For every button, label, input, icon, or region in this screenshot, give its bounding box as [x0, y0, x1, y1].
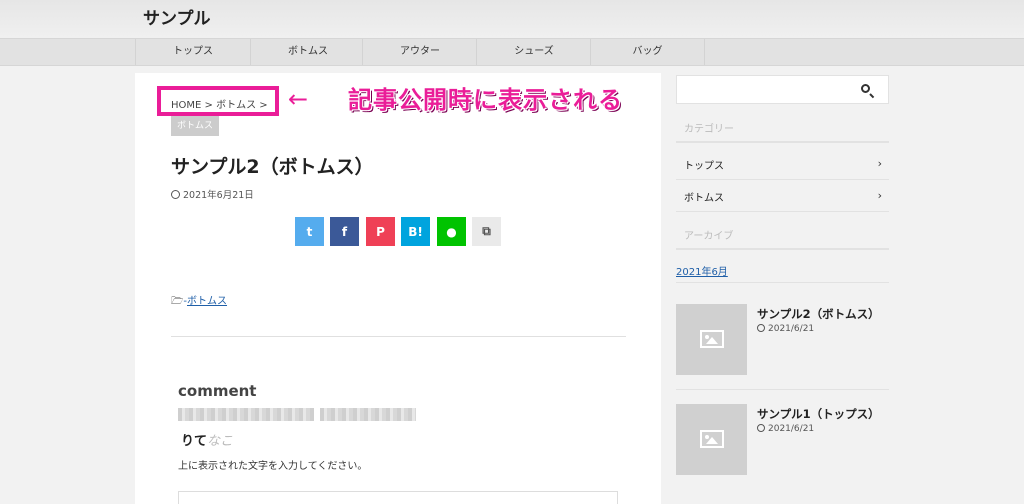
copy-icon: ⧉ [482, 224, 491, 238]
nav-item-bags[interactable]: バッグ [590, 39, 705, 65]
recent-post-date: 2021/6/21 [757, 424, 814, 434]
post-date: 2021年6月21日 [171, 187, 254, 201]
captcha-instruction: 上に表示された文字を入力してください。 [178, 461, 368, 472]
sidebar-item-label: ボトムス [684, 193, 724, 204]
post-date-text: 2021年6月21日 [183, 190, 254, 201]
nav-item-shoes[interactable]: シューズ [476, 39, 591, 65]
captcha-input[interactable] [178, 491, 618, 504]
clock-icon [171, 190, 180, 199]
chevron-right-icon: › [877, 157, 882, 170]
post-category-link: 🗁-ボトムス [171, 292, 227, 311]
global-nav: トップス ボトムス アウター シューズ バッグ [0, 38, 1024, 66]
chevron-right-icon: › [877, 189, 882, 202]
share-facebook-button[interactable]: f [330, 217, 359, 246]
captcha-image: りてなこ [181, 430, 233, 449]
sidebar-item-label: トップス [684, 161, 724, 172]
share-line-button[interactable]: ● [437, 217, 466, 246]
recent-post-title[interactable]: サンプル2（ボトムス） [757, 306, 880, 322]
archive-heading: アーカイブ [684, 231, 734, 242]
recent-post-title[interactable]: サンプル1（トップス） [757, 406, 880, 422]
recent-post-date: 2021/6/21 [757, 324, 814, 334]
captcha-faint-text: なこ [207, 434, 234, 449]
image-placeholder-icon [700, 430, 724, 448]
category-heading: カテゴリー [684, 124, 734, 135]
nav-item-outer[interactable]: アウター [362, 39, 477, 65]
copy-link-button[interactable]: ⧉ [472, 217, 501, 246]
divider [676, 179, 889, 180]
folder-icon: 🗁 [171, 296, 184, 307]
share-hatena-button[interactable]: B! [401, 217, 430, 246]
site-header: サンプル [0, 0, 1024, 38]
nav-item-bottoms[interactable]: ボトムス [250, 39, 365, 65]
category-link[interactable]: ボトムス [187, 296, 227, 307]
share-twitter-button[interactable]: t [295, 217, 324, 246]
recent-post-date-text: 2021/6/21 [768, 324, 815, 334]
share-pocket-button[interactable]: P [366, 217, 395, 246]
captcha-blurred-image [320, 408, 416, 421]
search-input[interactable] [676, 75, 889, 104]
facebook-icon: f [341, 224, 348, 239]
annotation-arrow: ← [288, 85, 309, 113]
captcha-blurred-image [178, 408, 314, 421]
nav-item-tops[interactable]: トップス [135, 39, 250, 65]
heading-underline [676, 141, 889, 143]
annotation-text: 記事公開時に表示される [348, 86, 623, 114]
image-placeholder-icon [700, 330, 724, 348]
recent-post-thumbnail[interactable] [676, 404, 747, 475]
recent-post-date-text: 2021/6/21 [768, 424, 815, 434]
divider [676, 282, 889, 283]
clock-icon [757, 424, 765, 432]
divider [171, 336, 626, 337]
twitter-icon: t [306, 224, 313, 239]
recent-post-thumbnail[interactable] [676, 304, 747, 375]
archive-link[interactable]: 2021年6月 [676, 263, 728, 278]
line-icon: ● [446, 224, 457, 239]
site-title[interactable]: サンプル [143, 4, 211, 29]
pocket-icon: P [376, 224, 385, 239]
clock-icon [757, 324, 765, 332]
captcha-text: りて [181, 434, 208, 449]
divider [676, 389, 889, 390]
comment-title: comment [178, 382, 257, 400]
heading-underline [676, 248, 889, 250]
search-icon[interactable] [861, 84, 870, 93]
sidebar-item-bottoms[interactable]: ボトムス › [684, 189, 882, 204]
post-title: サンプル2（ボトムス） [171, 156, 374, 178]
category-badge[interactable]: ボトムス [171, 116, 219, 136]
breadcrumb-highlight-box [157, 86, 279, 116]
sidebar-item-tops[interactable]: トップス › [684, 157, 882, 172]
hatena-icon: B! [408, 224, 423, 239]
divider [676, 211, 889, 212]
